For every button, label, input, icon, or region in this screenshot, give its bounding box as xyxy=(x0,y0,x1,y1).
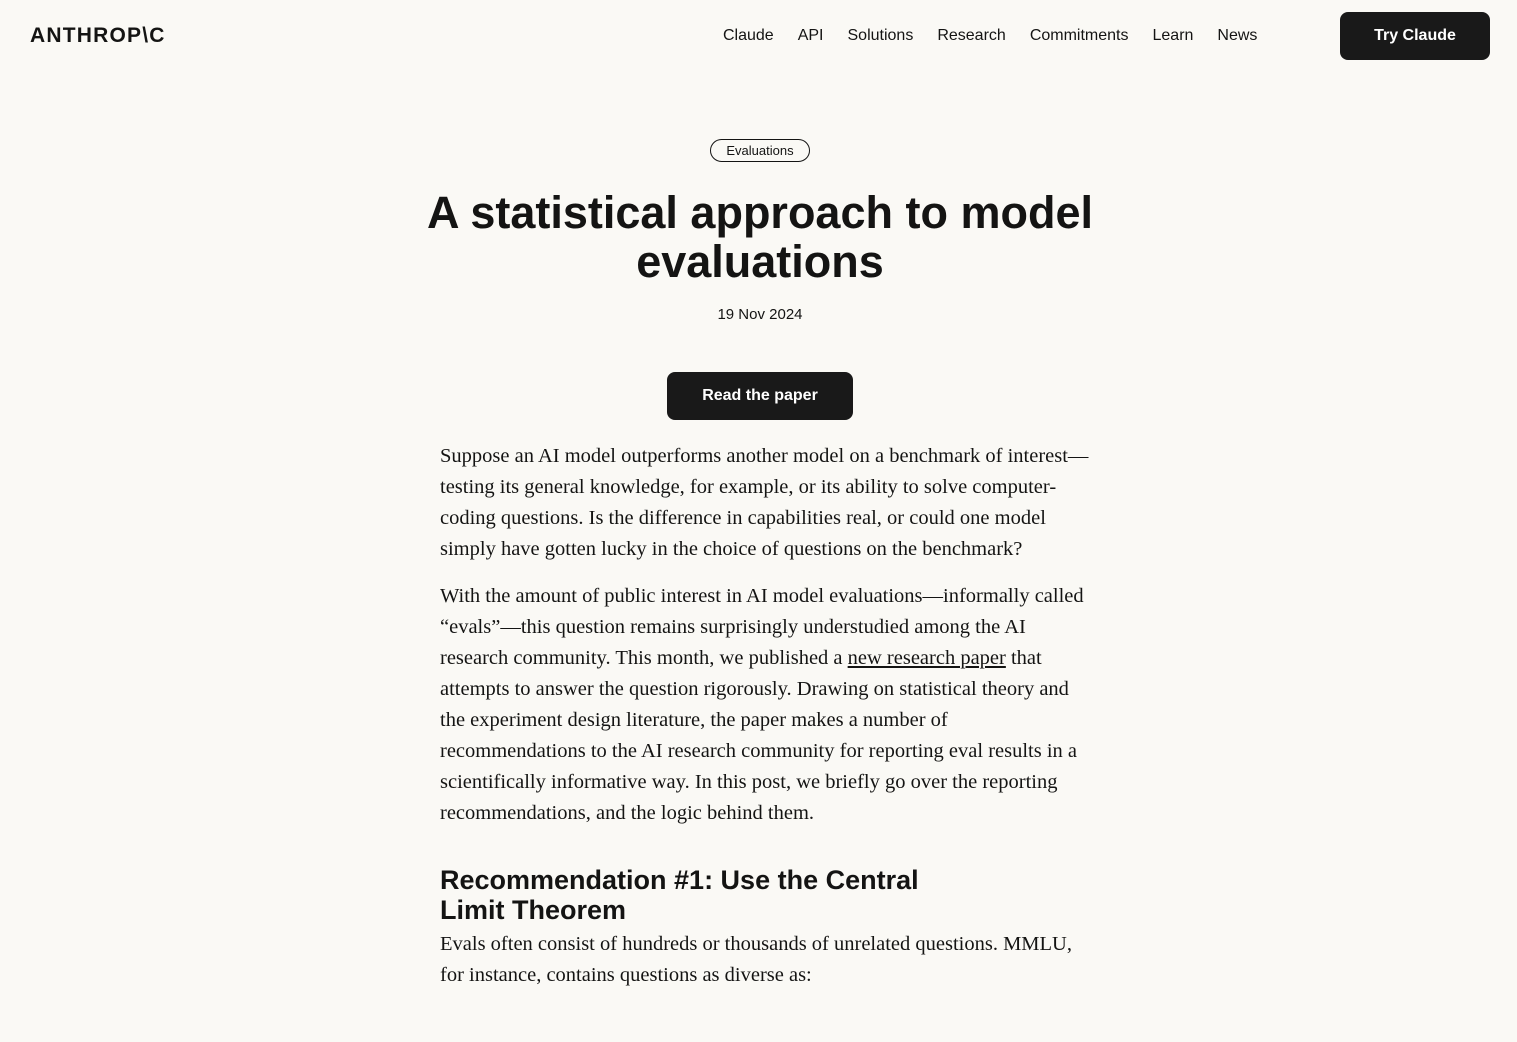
section-heading: Recommendation #1: Use the Central Limit… xyxy=(440,865,919,925)
try-claude-button[interactable]: Try Claude xyxy=(1340,12,1490,60)
publish-date: 19 Nov 2024 xyxy=(717,306,803,323)
nav-learn[interactable]: Learn xyxy=(1153,26,1194,46)
nav-news[interactable]: News xyxy=(1217,26,1257,46)
paragraph-intro: Suppose an AI model outperforms another … xyxy=(440,445,1089,560)
read-paper-button[interactable]: Read the paper xyxy=(667,372,853,420)
nav-api[interactable]: API xyxy=(798,26,824,46)
paragraph-clt: Evals often consist of hundreds or thous… xyxy=(440,933,1072,986)
nav-solutions[interactable]: Solutions xyxy=(848,26,914,46)
main-nav: Claude API Solutions Research Commitment… xyxy=(723,26,1281,46)
nav-claude[interactable]: Claude xyxy=(723,26,774,46)
paragraph-context: With the amount of public interest in AI… xyxy=(440,581,1090,829)
paragraph-context-end: that attempts to answer the question rig… xyxy=(440,647,1078,824)
nav-commitments[interactable]: Commitments xyxy=(1030,26,1129,46)
nav-research[interactable]: Research xyxy=(937,26,1005,46)
category-tag[interactable]: Evaluations xyxy=(710,139,810,162)
anthropic-logo[interactable]: ANTHROP\C xyxy=(30,24,166,48)
article-body: Suppose an AI model outperforms another … xyxy=(440,441,1090,1007)
research-paper-link[interactable]: new research paper xyxy=(848,647,1006,669)
page-title: A statistical approach to model evaluati… xyxy=(427,187,1093,287)
site-header: ANTHROP\C Claude API Solutions Research … xyxy=(0,0,1517,72)
